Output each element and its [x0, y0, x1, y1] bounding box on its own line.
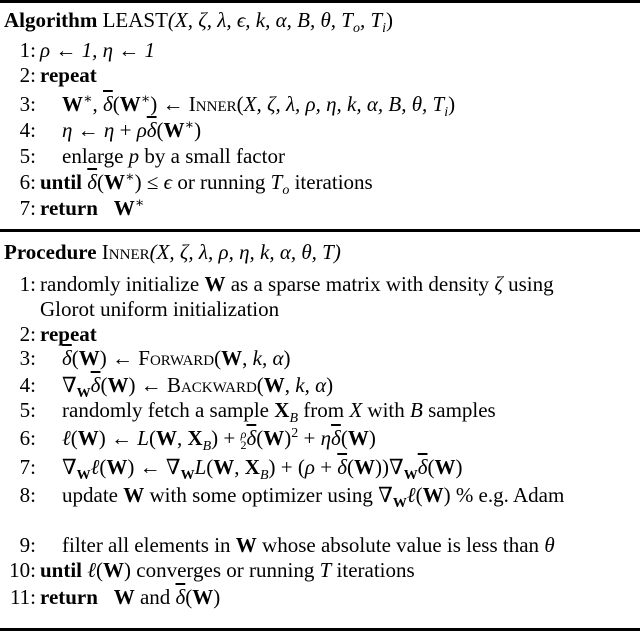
procedure-params: (X, ζ, λ, ρ, η, k, α, θ, T) [149, 240, 341, 264]
algorithm-name: LEAST [102, 8, 168, 32]
line-text: Glorot uniform initialization [40, 297, 280, 321]
return-keyword: return [40, 196, 98, 220]
algorithm-header: Algorithm LEAST(X, ζ, λ, ϵ, k, α, B, θ, … [4, 8, 394, 37]
line-text: enlarge p by a small factor [62, 144, 285, 168]
line-text: randomly initialize W as a sparse matrix… [40, 272, 554, 296]
line-text: η ← η + ρδ(W∗) [62, 118, 202, 142]
algorithm-keyword: Algorithm [4, 8, 98, 32]
comment: % e.g. Adam [455, 483, 565, 507]
line-text: randomly fetch a sample XB from X with B… [62, 398, 496, 427]
line-text: return W and δ(W) [40, 585, 221, 609]
middle-rule [0, 229, 640, 232]
line-text: ρ ← 1, η ← 1 [40, 38, 155, 62]
procedure-header: Procedure Inner(X, ζ, λ, ρ, η, k, α, θ, … [4, 240, 341, 264]
line-text: W∗, δ(W∗) ← Inner(X, ζ, λ, ρ, η, k, α, B… [62, 92, 456, 121]
return-keyword: return [40, 585, 98, 609]
repeat-keyword: repeat [40, 63, 97, 87]
line-text: filter all elements in W whose absolute … [62, 533, 555, 557]
line-text: until ℓ(W) converges or running T iterat… [40, 558, 415, 582]
algorithm-params: (X, ζ, λ, ϵ, k, α, B, θ, To, Ti) [167, 8, 394, 37]
top-rule [0, 0, 640, 3]
line-text: ∇Wℓ(W) ← ∇WL(W, XB) + (ρ + δ(W))∇Wδ(W) [62, 455, 463, 484]
line-text: ℓ(W) ← L(W, XB) + ρ 2δ(W)2 + ηδ(W) [62, 426, 376, 455]
line-text: δ(W) ← Forward(W, k, α) [62, 346, 291, 370]
repeat-keyword: repeat [40, 322, 97, 346]
until-keyword: until [40, 558, 83, 582]
line-text: ∇Wδ(W) ← Backward(W, k, α) [62, 373, 334, 402]
procedure-name: Inner [101, 240, 150, 264]
line-text: until δ(W∗) ≤ ϵ or running To iterations [40, 170, 373, 199]
line-text: return W∗ [40, 196, 145, 220]
procedure-keyword: Procedure [4, 240, 97, 264]
until-keyword: until [40, 170, 83, 194]
line-text: update W with some optimizer using ∇Wℓ(W… [62, 483, 565, 512]
